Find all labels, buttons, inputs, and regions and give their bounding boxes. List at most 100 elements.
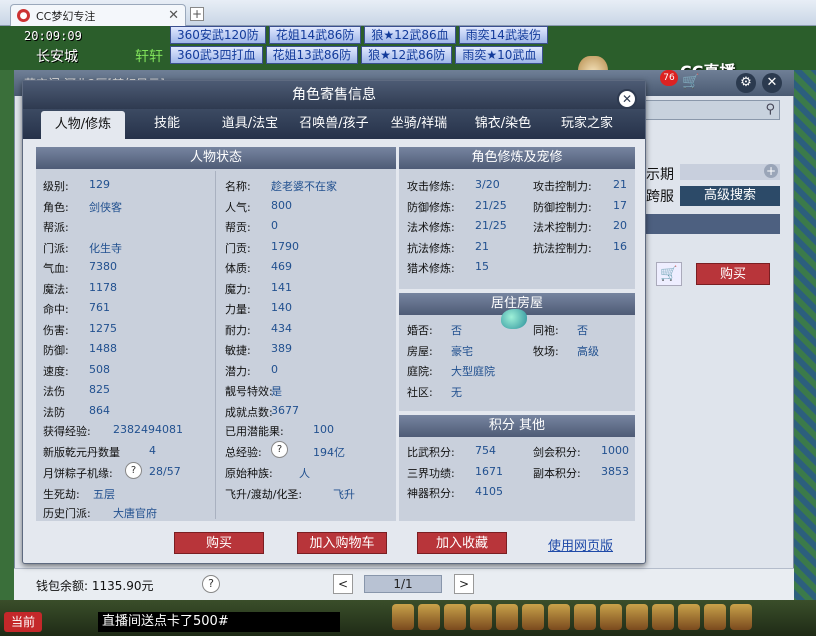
friend-icon[interactable] bbox=[548, 604, 570, 630]
tab-outfits[interactable]: 锦衣/染色 bbox=[461, 109, 545, 139]
house-label: 同袍: bbox=[533, 324, 559, 337]
stat-value: 141 bbox=[271, 280, 292, 294]
stat-value: 389 bbox=[271, 342, 292, 355]
stat-value: 864 bbox=[89, 403, 110, 417]
guild-icon[interactable] bbox=[522, 604, 544, 630]
team-icon[interactable] bbox=[496, 604, 518, 630]
house-label: 社区: bbox=[407, 385, 433, 399]
ascend-value: 飞升 bbox=[333, 488, 355, 501]
browser-tab[interactable]: ● CC梦幻专注 ✕ bbox=[10, 4, 186, 26]
achieve-icon[interactable] bbox=[704, 604, 726, 630]
channel-tag[interactable]: 雨奕★10武血 bbox=[455, 46, 544, 64]
tab-skills[interactable]: 技能 bbox=[125, 109, 209, 139]
channel-tag[interactable]: 360武3四打血 bbox=[170, 46, 263, 64]
search-icon[interactable]: ⚲ bbox=[765, 102, 775, 117]
stat-value: 508 bbox=[89, 362, 110, 376]
cultivation-value: 15 bbox=[475, 260, 489, 273]
tab-mounts[interactable]: 坐骑/祥瑞 bbox=[377, 109, 461, 139]
plus-icon[interactable]: + bbox=[764, 164, 778, 178]
bag-icon[interactable] bbox=[418, 604, 440, 630]
cart-icon[interactable]: 🛒 bbox=[682, 74, 699, 90]
game-time: 20:09:09 bbox=[24, 29, 82, 43]
dialog-close-icon[interactable]: ✕ bbox=[617, 89, 637, 109]
stat-label: 耐力: bbox=[225, 323, 251, 337]
stat-label: 帮派: bbox=[43, 221, 69, 234]
history-label: 历史门派: bbox=[43, 507, 91, 520]
rank-icon[interactable] bbox=[678, 604, 700, 630]
score-value: 754 bbox=[475, 444, 496, 457]
control-value: 20 bbox=[613, 219, 627, 232]
game-hud: 20:09:09 长安城 轩轩 360安武120防 花姐14武86防 狼★12武… bbox=[0, 26, 816, 92]
stat-value: 趁老婆不在家 bbox=[271, 180, 337, 193]
channel-tag[interactable]: 狼★12武86防 bbox=[361, 46, 453, 64]
close-icon[interactable]: ✕ bbox=[762, 73, 782, 93]
house-label: 婚否: bbox=[407, 324, 433, 337]
tab-character[interactable]: 人物/修炼 bbox=[41, 111, 125, 139]
map-icon[interactable] bbox=[652, 604, 674, 630]
period-label: 示期 bbox=[646, 167, 674, 183]
help-icon[interactable]: ? bbox=[202, 575, 220, 593]
exp-gain-label: 获得经验: bbox=[43, 425, 91, 438]
channel-tag[interactable]: 花姐14武86防 bbox=[268, 26, 362, 44]
score-label: 三界功绩: bbox=[407, 466, 455, 480]
web-version-link[interactable]: 使用网页版 bbox=[548, 535, 613, 554]
house-value: 豪宅 bbox=[451, 344, 473, 358]
tab-pets[interactable]: 召唤兽/孩子 bbox=[291, 109, 377, 139]
pet-icon[interactable] bbox=[444, 604, 466, 630]
stat-value: 469 bbox=[271, 260, 292, 273]
tab-home[interactable]: 玩家之家 bbox=[545, 109, 629, 139]
advanced-search-button[interactable]: 高级搜索 bbox=[680, 186, 780, 206]
cultivation-value: 3/20 bbox=[475, 178, 500, 191]
history-value: 大唐官府 bbox=[113, 507, 157, 520]
channel-tag[interactable]: 狼★12武86血 bbox=[364, 26, 456, 44]
channel-tag[interactable]: 360安武120防 bbox=[170, 26, 266, 44]
prev-page-button[interactable]: < bbox=[333, 574, 353, 594]
stat-label: 靓号特效: bbox=[225, 385, 273, 398]
add-to-cart-button[interactable]: 加入购物车 bbox=[297, 532, 387, 554]
page-indicator: 1/1 bbox=[364, 575, 442, 593]
shop-icon[interactable] bbox=[626, 604, 648, 630]
add-to-favorites-button[interactable]: 加入收藏 bbox=[417, 532, 507, 554]
search-input[interactable]: ⚲ bbox=[640, 100, 780, 120]
tab-close-icon[interactable]: ✕ bbox=[168, 8, 179, 23]
stat-value: 0 bbox=[271, 219, 278, 232]
house-label: 庭院: bbox=[407, 365, 433, 378]
stat-label: 体质: bbox=[225, 262, 251, 275]
add-cart-icon[interactable]: 🛒 bbox=[656, 262, 682, 286]
cross-server-label: 跨服 bbox=[646, 189, 674, 205]
total-exp-help-icon[interactable]: ? bbox=[271, 441, 288, 458]
potential-value: 100 bbox=[313, 423, 334, 436]
system-icon[interactable] bbox=[574, 604, 596, 630]
stat-label: 命中: bbox=[43, 303, 69, 316]
settings-icon[interactable] bbox=[730, 604, 752, 630]
buy-button[interactable]: 购买 bbox=[174, 532, 264, 554]
period-field[interactable]: + bbox=[680, 164, 780, 180]
quick-icons bbox=[392, 604, 752, 630]
cart-count-badge: 76 bbox=[660, 70, 678, 86]
stat-label: 魔力: bbox=[225, 282, 251, 296]
next-page-button[interactable]: > bbox=[454, 574, 474, 594]
mail-icon[interactable] bbox=[600, 604, 622, 630]
new-tab-button[interactable]: + bbox=[190, 7, 204, 21]
stat-label: 伤害: bbox=[43, 323, 69, 337]
role-sale-dialog: 角色寄售信息 ✕ 人物/修炼 技能 道具/法宝 召唤兽/孩子 坐骑/祥瑞 锦衣/… bbox=[22, 80, 646, 564]
channel-tag[interactable]: 花姐13武86防 bbox=[265, 46, 359, 64]
stat-value: 7380 bbox=[89, 260, 117, 273]
cultivation-value: 21/25 bbox=[475, 219, 507, 232]
list-buy-button[interactable]: 购买 bbox=[696, 263, 770, 285]
task-icon[interactable] bbox=[470, 604, 492, 630]
stat-label: 魔法: bbox=[43, 282, 69, 296]
mooncake-help-icon[interactable]: ? bbox=[125, 462, 142, 479]
channel-tag[interactable]: 雨奕14武装伤 bbox=[458, 26, 548, 44]
tab-items[interactable]: 道具/法宝 bbox=[209, 109, 291, 139]
stat-label: 速度: bbox=[43, 364, 69, 378]
current-channel-button[interactable]: 当前 bbox=[4, 612, 42, 632]
channel-row-1: 360安武120防 花姐14武86防 狼★12武86血 雨奕14武装伤 bbox=[170, 26, 548, 44]
skill-icon[interactable] bbox=[392, 604, 414, 630]
score-value: 1671 bbox=[475, 464, 503, 478]
gear-icon[interactable]: ⚙ bbox=[736, 73, 756, 93]
qianyuan-value: 4 bbox=[149, 444, 156, 457]
section-title-cultivation: 角色修炼及宠修 bbox=[399, 147, 635, 169]
stat-value: 129 bbox=[89, 178, 110, 191]
score-label: 神器积分: bbox=[407, 487, 455, 500]
